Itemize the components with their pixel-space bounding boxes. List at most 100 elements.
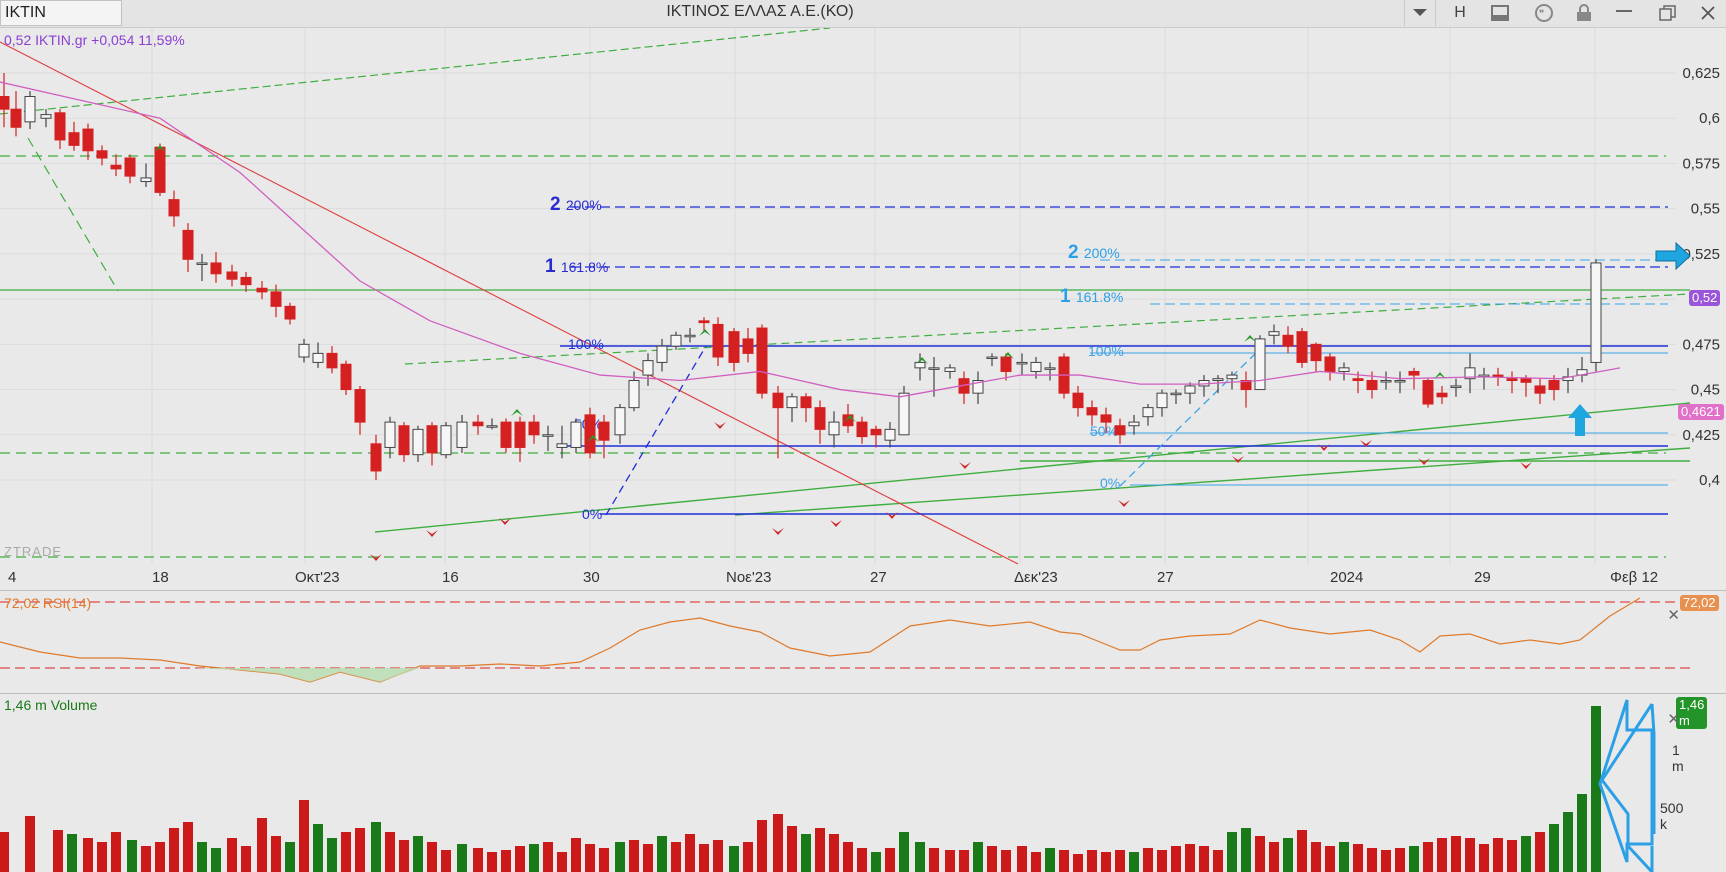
candle-body bbox=[814, 407, 826, 430]
volume-bar bbox=[0, 832, 9, 872]
sell-signal-icon bbox=[1232, 456, 1244, 463]
date-axis-label: 27 bbox=[1157, 569, 1174, 586]
volume-bar bbox=[973, 842, 983, 872]
candle-body bbox=[1086, 407, 1098, 416]
candle-body bbox=[398, 425, 410, 456]
minimize-icon[interactable] bbox=[1606, 0, 1642, 26]
date-axis-label: Φεβ 12 bbox=[1610, 569, 1659, 586]
candle-body bbox=[928, 367, 940, 370]
candle-body bbox=[884, 428, 896, 441]
trend-line bbox=[27, 137, 119, 292]
candle-body bbox=[1548, 380, 1560, 391]
candle-body bbox=[1520, 378, 1532, 383]
dropdown-button[interactable] bbox=[1404, 0, 1436, 26]
fib-extension-label: 1 161.8% bbox=[545, 256, 608, 277]
volume-bar bbox=[1269, 842, 1279, 872]
window-icon[interactable] bbox=[1482, 0, 1518, 26]
fib-label: 100% bbox=[1088, 343, 1124, 359]
volume-bar bbox=[257, 818, 267, 872]
date-axis-label: 4 bbox=[8, 569, 17, 586]
candle-body bbox=[284, 305, 296, 320]
candle-body bbox=[914, 361, 926, 369]
volume-bar bbox=[1521, 836, 1531, 872]
candle-body bbox=[986, 356, 998, 359]
candle-body bbox=[842, 414, 854, 427]
downtrend-line bbox=[0, 41, 1019, 565]
volume-bar bbox=[1073, 854, 1083, 872]
candle-body bbox=[312, 352, 324, 363]
candle-body bbox=[1254, 338, 1266, 391]
quote-header: 0,52 IKTIN.gr +0,054 11,59% bbox=[4, 32, 185, 48]
candle-body bbox=[24, 96, 36, 123]
volume-bar bbox=[53, 830, 63, 872]
chevron-down-icon bbox=[1413, 9, 1427, 16]
lock-icon[interactable] bbox=[1566, 0, 1602, 26]
candle-body bbox=[412, 428, 424, 456]
close-rsi-icon[interactable]: ✕ bbox=[1667, 606, 1680, 624]
date-axis-label: Οκτ'23 bbox=[295, 569, 340, 586]
close-volume-icon[interactable]: ✕ bbox=[1667, 710, 1680, 728]
price-chart-panel[interactable]: 0,6250,60,5750,550,5250,50,4750,450,4250… bbox=[0, 28, 1724, 570]
candle-body bbox=[40, 114, 52, 119]
volume-bar bbox=[787, 826, 797, 872]
volume-bar bbox=[1101, 852, 1111, 872]
panel-divider bbox=[0, 590, 1726, 591]
candle-body bbox=[756, 327, 768, 394]
candle-body bbox=[1114, 425, 1126, 436]
volume-bar bbox=[1199, 846, 1209, 872]
candle-body bbox=[110, 164, 122, 170]
volume-panel[interactable]: 1,46 m Volume 1,46 m ✕ 1 m 500 k bbox=[0, 694, 1708, 872]
volume-bar bbox=[1171, 846, 1181, 872]
volume-bar bbox=[699, 844, 709, 872]
candle-body bbox=[1030, 361, 1042, 372]
candle-body bbox=[1534, 385, 1546, 394]
price-axis-label: 0,475 bbox=[1682, 336, 1720, 353]
volume-bar bbox=[285, 842, 295, 872]
candle-body bbox=[1296, 331, 1308, 363]
candle-body bbox=[670, 334, 682, 347]
comment-icon[interactable]: ❞ bbox=[1526, 0, 1562, 26]
volume-axis-500k: 500 k bbox=[1660, 800, 1684, 832]
candle-body bbox=[742, 338, 754, 354]
volume-bar bbox=[1185, 844, 1195, 872]
candle-body bbox=[1226, 374, 1238, 380]
volume-bar bbox=[1001, 850, 1011, 872]
candle-body bbox=[340, 363, 352, 391]
volume-bar bbox=[671, 842, 681, 872]
h-button[interactable]: H bbox=[1442, 0, 1478, 26]
rsi-chart-svg[interactable] bbox=[0, 592, 1726, 692]
candle-body bbox=[1352, 378, 1364, 382]
candle-body bbox=[140, 177, 152, 183]
last-price-tag: 0,52 bbox=[1689, 290, 1721, 306]
volume-bar bbox=[713, 840, 723, 872]
restore-icon[interactable] bbox=[1650, 0, 1686, 26]
candle-body bbox=[1366, 380, 1378, 391]
rsi-panel[interactable]: 72,02 RSI(14) 72,02 ✕ bbox=[0, 592, 1719, 692]
date-axis-label: 27 bbox=[870, 569, 887, 586]
candle-body bbox=[772, 392, 784, 409]
candle-body bbox=[298, 343, 310, 358]
candle-body bbox=[486, 425, 498, 428]
volume-bar bbox=[945, 850, 955, 872]
candle-body bbox=[656, 345, 668, 363]
volume-bar bbox=[1157, 850, 1167, 872]
volume-bar bbox=[197, 842, 207, 872]
candle-body bbox=[1184, 385, 1196, 394]
candle-body bbox=[642, 360, 654, 376]
candle-body bbox=[1072, 392, 1084, 409]
close-icon[interactable] bbox=[1690, 0, 1726, 26]
symbol-input[interactable]: IKTIN bbox=[0, 0, 122, 26]
candle-body bbox=[1212, 378, 1224, 382]
volume-bar bbox=[571, 838, 581, 872]
volume-bar bbox=[815, 828, 825, 872]
candle-body bbox=[168, 199, 180, 217]
fib-label: 0% bbox=[582, 506, 602, 522]
fib-swing-line bbox=[1119, 352, 1257, 487]
volume-bar bbox=[385, 832, 395, 872]
volume-bar bbox=[487, 852, 497, 872]
volume-chart-svg[interactable] bbox=[0, 694, 1726, 872]
buy-signal-icon bbox=[511, 409, 523, 416]
price-axis-label: 0,6 bbox=[1699, 110, 1720, 127]
volume-bar bbox=[829, 834, 839, 872]
price-chart-svg[interactable]: 0,6250,60,5750,550,5250,50,4750,450,4250… bbox=[0, 28, 1726, 570]
